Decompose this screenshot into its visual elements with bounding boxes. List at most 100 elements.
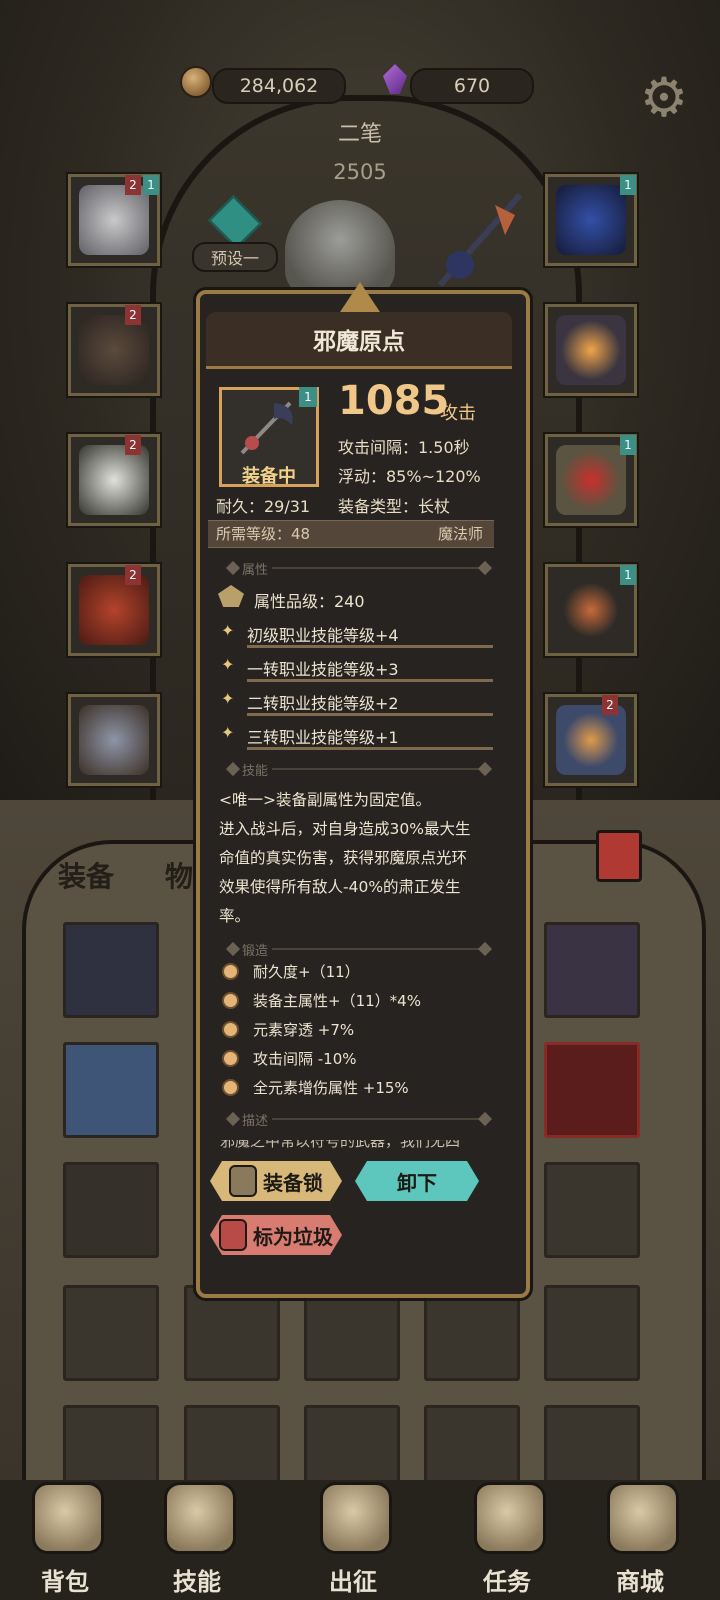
character-power: 2505	[333, 160, 387, 184]
section-divider	[272, 948, 482, 950]
coin-counter: 284,062	[212, 68, 346, 104]
nav-tasks-label: 任务	[483, 1568, 531, 1596]
affix-2: 一转职业技能等级+3	[247, 660, 399, 679]
equipped-status: 装备中	[242, 466, 296, 487]
section-forge: 锻造	[242, 944, 269, 959]
skill-book-icon	[164, 1482, 236, 1554]
staff-icon	[240, 401, 293, 455]
tier-badge: 1	[620, 175, 636, 195]
forge-item-5: 全元素增伤属性 +15%	[253, 1079, 409, 1097]
trash-can-icon	[219, 1219, 247, 1251]
equip-slot-legs[interactable]: 2	[66, 562, 162, 658]
bag-slot-item[interactable]	[544, 1042, 640, 1138]
attack-value: 1085	[338, 378, 450, 424]
bag-slot-empty[interactable]	[63, 1285, 159, 1381]
bag-slot-empty[interactable]	[424, 1285, 520, 1381]
float-range: 浮动：85%~120%	[338, 467, 481, 486]
bag-slot-empty[interactable]	[184, 1285, 280, 1381]
forge-dot-icon	[222, 963, 239, 980]
affix-bar	[247, 679, 493, 682]
preset-button[interactable]: 预设一	[192, 242, 278, 272]
mark-trash-button-label: 标为垃圾	[253, 1224, 333, 1249]
nav-shop[interactable]: 商城	[585, 1470, 695, 1598]
lore-text: 邪魔之中常以符号的武器，我们无四	[220, 1140, 461, 1150]
upgrade-badge: 2	[125, 305, 141, 325]
sparkle-icon: ✦	[221, 655, 235, 674]
trash-icon[interactable]	[596, 830, 642, 882]
tier-badge: 1	[620, 435, 636, 455]
upgrade-badge: 2	[602, 695, 618, 715]
bag-slot-item[interactable]	[544, 922, 640, 1018]
nav-expedition[interactable]: 出征	[298, 1470, 408, 1598]
equip-slot-weapon[interactable]: 1	[543, 562, 639, 658]
attack-unit: 攻击	[440, 403, 476, 424]
nav-skills[interactable]: 技能	[142, 1470, 252, 1598]
lore-text-clip: 邪魔之中常以符号的武器，我们无四	[220, 1140, 500, 1156]
equip-slot-offhand[interactable]: 2	[543, 692, 639, 788]
forge-item-4: 攻击间隔 -10%	[253, 1050, 357, 1068]
tier-badge: 1	[620, 565, 636, 585]
forge-dot-icon	[222, 1079, 239, 1096]
lock-icon	[229, 1165, 257, 1197]
section-skills: 技能	[242, 764, 269, 779]
equip-slot-amulet[interactable]: 1	[543, 172, 639, 268]
section-divider	[272, 567, 482, 569]
skill-line: 率。	[219, 907, 251, 925]
affix-bar	[247, 747, 493, 750]
map-scroll-icon	[320, 1482, 392, 1554]
bag-slot-item[interactable]	[63, 1042, 159, 1138]
equip-slot-boots[interactable]	[66, 692, 162, 788]
equip-slot-gloves[interactable]	[543, 302, 639, 398]
lock-button-label: 装备锁	[263, 1170, 323, 1195]
nav-tasks[interactable]: 任务	[452, 1470, 562, 1598]
forge-item-2: 装备主属性+（11）*4%	[253, 992, 421, 1010]
tab-equipment[interactable]: 装备	[58, 855, 114, 895]
character-portrait	[285, 200, 395, 300]
required-level: 所需等级：48	[216, 525, 311, 543]
skill-line: <唯一>装备副属性为固定值。	[219, 791, 431, 809]
skill-line: 效果使得所有敌人-40%的肃正发生	[219, 878, 461, 896]
section-attributes: 属性	[242, 563, 269, 578]
bag-slot-item[interactable]	[63, 1162, 159, 1258]
affix-bar	[247, 713, 493, 716]
bag-slot-empty[interactable]	[544, 1162, 640, 1258]
equip-slot-head[interactable]: 2 1	[66, 172, 162, 268]
bag-slot-empty[interactable]	[544, 1285, 640, 1381]
unequip-button[interactable]: 卸下	[355, 1161, 479, 1201]
equip-slot-armor[interactable]: 2	[66, 432, 162, 528]
equip-type: 装备类型：长杖	[338, 497, 451, 516]
forge-item-3: 元素穿透 +7%	[253, 1021, 355, 1039]
affix-4: 三转职业技能等级+1	[247, 728, 399, 747]
character-name: 二笔	[337, 122, 382, 147]
required-class: 魔法师	[438, 525, 484, 543]
nav-skills-label: 技能	[173, 1568, 221, 1596]
bag-icon	[32, 1482, 104, 1554]
forge-dot-icon	[222, 1050, 239, 1067]
shop-icon	[607, 1482, 679, 1554]
gear-icon[interactable]: ⚙	[636, 70, 692, 126]
nav-expedition-label: 出征	[329, 1568, 377, 1596]
forge-dot-icon	[222, 992, 239, 1009]
sparkle-icon: ✦	[221, 621, 235, 640]
skill-line: 进入战斗后，对自身造成30%最大生	[219, 820, 471, 838]
lock-button[interactable]: 装备锁	[210, 1161, 342, 1201]
upgrade-badge: 2	[125, 565, 141, 585]
skill-description: <唯一>装备副属性为固定值。 进入战斗后，对自身造成30%最大生 命值的真实伤害…	[219, 786, 509, 931]
coin-icon	[180, 66, 212, 98]
gem-counter: 670	[410, 68, 534, 104]
equip-slot-ring[interactable]: 1	[543, 432, 639, 528]
forge-dot-icon	[222, 1021, 239, 1038]
task-horn-icon	[474, 1482, 546, 1554]
attack-interval: 攻击间隔：1.50秒	[338, 438, 470, 457]
affix-1: 初级职业技能等级+4	[247, 626, 399, 645]
bag-slot-empty[interactable]	[304, 1285, 400, 1381]
bag-slot-item[interactable]	[63, 922, 159, 1018]
equip-slot-cloak[interactable]: 2	[66, 302, 162, 398]
section-divider	[272, 1118, 482, 1120]
attribute-grade: 属性品级：240	[254, 592, 365, 611]
mark-trash-button[interactable]: 标为垃圾	[210, 1215, 342, 1255]
nav-bag[interactable]: 背包	[10, 1470, 120, 1598]
affix-bar	[247, 645, 493, 648]
section-description: 描述	[242, 1114, 269, 1129]
upgrade-badge: 2	[125, 435, 141, 455]
